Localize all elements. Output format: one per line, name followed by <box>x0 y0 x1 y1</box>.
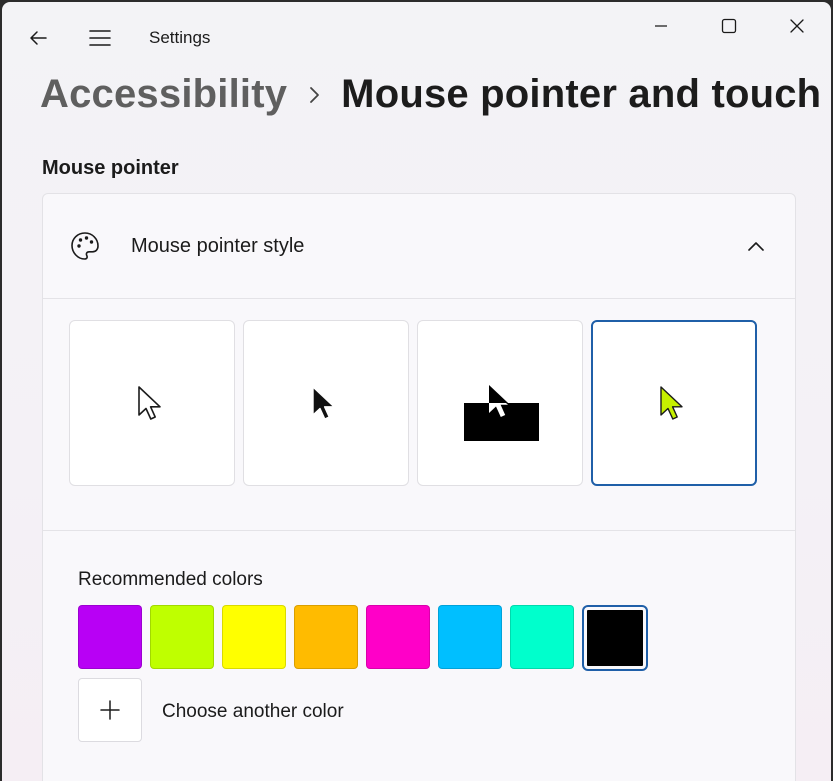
white-cursor-icon <box>138 386 161 420</box>
pointer-style-custom[interactable] <box>591 320 757 486</box>
pointer-style-inverted[interactable] <box>417 320 583 486</box>
recommended-colors-section: Recommended colors Choose another color <box>43 531 795 781</box>
chevron-right-icon <box>309 85 321 105</box>
color-swatch-orange[interactable] <box>294 605 358 669</box>
recommended-colors-label: Recommended colors <box>78 569 263 590</box>
minimize-icon <box>655 25 667 27</box>
color-swatch-yellow[interactable] <box>222 605 286 669</box>
breadcrumb: Accessibility Mouse pointer and touch <box>40 72 821 117</box>
color-swatch-sky-blue[interactable] <box>438 605 502 669</box>
maximize-button[interactable] <box>706 10 752 42</box>
close-icon <box>790 19 804 33</box>
app-title: Settings <box>149 28 211 47</box>
color-swatch-black[interactable] <box>584 607 646 669</box>
color-swatch-aqua[interactable] <box>510 605 574 669</box>
section-title: Mouse pointer <box>42 157 179 179</box>
settings-window: Settings Accessibility Mouse pointer and… <box>2 2 831 781</box>
black-cursor-icon <box>312 386 335 420</box>
pointer-style-black[interactable] <box>243 320 409 486</box>
plus-icon <box>100 700 120 720</box>
close-button[interactable] <box>774 10 820 42</box>
palette-icon <box>71 232 99 260</box>
navigation-menu-button[interactable] <box>80 22 120 54</box>
maximize-icon <box>721 18 737 34</box>
pointer-style-white[interactable] <box>69 320 235 486</box>
mouse-pointer-style-card: Mouse pointer style Recommended colors C… <box>42 193 796 781</box>
color-swatch-purple[interactable] <box>78 605 142 669</box>
color-swatch-lime[interactable] <box>150 605 214 669</box>
mouse-pointer-style-header[interactable]: Mouse pointer style <box>43 194 795 299</box>
minimize-button[interactable] <box>638 10 684 42</box>
breadcrumb-parent-accessibility[interactable]: Accessibility <box>40 72 287 117</box>
pointer-style-options <box>43 299 795 531</box>
color-swatch-magenta[interactable] <box>366 605 430 669</box>
page-title: Mouse pointer and touch <box>341 72 822 116</box>
custom-color-cursor-icon <box>660 386 683 420</box>
back-button[interactable] <box>20 22 56 54</box>
choose-another-color-label: Choose another color <box>162 701 344 722</box>
choose-another-color-button[interactable] <box>78 678 142 742</box>
back-arrow-icon <box>30 31 47 45</box>
chevron-up-icon[interactable] <box>743 234 769 260</box>
hamburger-menu-icon <box>89 30 111 46</box>
mouse-pointer-style-label: Mouse pointer style <box>131 235 305 257</box>
title-bar: Settings <box>2 2 831 74</box>
inverted-cursor-icon <box>464 385 539 441</box>
